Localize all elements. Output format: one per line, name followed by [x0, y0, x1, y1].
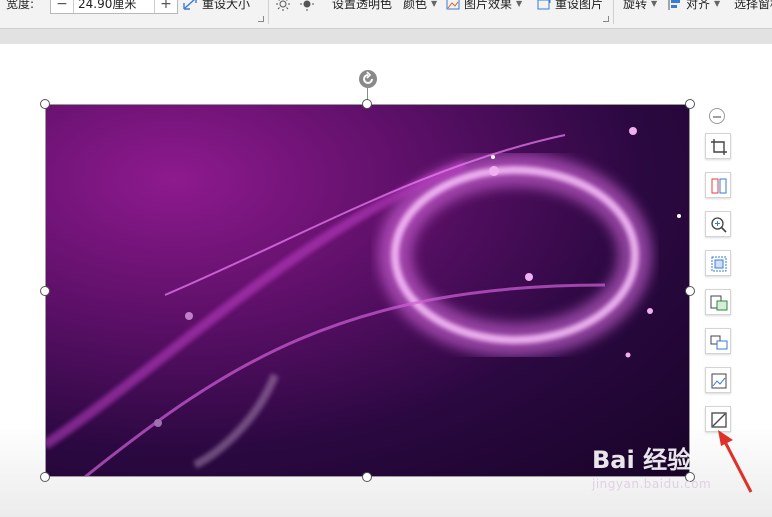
brightness-increase-button[interactable]	[276, 0, 290, 12]
reset-picture-icon	[537, 0, 551, 10]
rotate-dropdown[interactable]: 旋转 ▼	[623, 0, 657, 12]
sun-dim-icon	[300, 0, 314, 11]
resize-handle-bottom[interactable]	[362, 472, 372, 482]
minus-icon	[713, 116, 721, 118]
width-value[interactable]: 24.90厘米	[73, 0, 155, 13]
chevron-down-icon: ▼	[431, 0, 438, 8]
change-picture-icon	[711, 373, 727, 389]
ribbon-bottom-strip	[0, 28, 772, 45]
reset-size-icon	[183, 0, 197, 10]
crop-button[interactable]	[705, 133, 731, 159]
convert-picture-button[interactable]	[705, 289, 731, 315]
set-transparent-color-button[interactable]: 设置透明色	[332, 0, 392, 12]
convert-icon	[710, 295, 728, 311]
reset-size-button[interactable]: 重设大小	[182, 0, 250, 12]
chevron-down-icon: ▼	[516, 0, 523, 8]
align-label: 对齐	[686, 0, 711, 11]
reset-picture-label: 重设图片	[555, 0, 604, 11]
reset-size-label: 重设大小	[202, 0, 251, 11]
resize-handle-top[interactable]	[362, 99, 372, 109]
fit-icon	[711, 256, 727, 272]
sun-icon	[276, 0, 290, 11]
align-icon	[668, 0, 680, 10]
picture-border-icon	[711, 412, 727, 428]
align-dropdown[interactable]: 对齐 ▼	[668, 0, 720, 12]
width-label: 宽度:	[6, 0, 35, 11]
picture-effect-dropdown[interactable]: 图片效果 ▼	[446, 0, 522, 12]
selection-pane-button[interactable]: 选择窗格	[734, 0, 772, 12]
rotation-handle[interactable]	[359, 70, 377, 88]
chevron-down-icon: ▼	[714, 0, 721, 8]
picture-effect-icon	[446, 0, 460, 10]
resize-handle-right[interactable]	[685, 286, 695, 296]
resize-handle-top-left[interactable]	[40, 99, 50, 109]
group-launcher-icon[interactable]	[258, 16, 264, 22]
split-picture-button[interactable]	[705, 172, 731, 198]
baidu-jingyan-watermark: Bai 经验 jingyan.baidu.com	[592, 440, 711, 491]
watermark-logo-text: Bai 经验	[592, 446, 692, 474]
resize-handle-top-right[interactable]	[685, 99, 695, 109]
resize-handle-left[interactable]	[40, 286, 50, 296]
reset-picture-button[interactable]: 重设图片	[537, 0, 603, 12]
selected-picture[interactable]	[45, 105, 690, 477]
replace-picture-button[interactable]	[705, 328, 731, 354]
zoom-icon	[711, 217, 727, 233]
zoom-button[interactable]	[705, 211, 731, 237]
abstract-purple-image	[45, 127, 681, 477]
width-field[interactable]: − 24.90厘米 +	[50, 0, 178, 14]
chevron-down-icon: ▼	[651, 0, 658, 8]
ribbon-toolbar: 宽度: − 24.90厘米 + 重设大小 设置透明色 颜色 ▼ 图片效果 ▼ 重设图…	[0, 0, 772, 28]
fit-picture-button[interactable]	[705, 250, 731, 276]
replace-icon	[710, 335, 728, 350]
width-increase-button[interactable]: +	[155, 0, 177, 13]
ribbon-separator	[268, 0, 269, 24]
group-launcher-icon[interactable]	[603, 16, 609, 22]
ribbon-separator	[613, 0, 614, 24]
brightness-decrease-button[interactable]	[300, 0, 314, 12]
annotation-arrow	[718, 430, 753, 493]
picture-effect-label: 图片效果	[464, 0, 513, 11]
resize-handle-bottom-left[interactable]	[40, 472, 50, 482]
watermark-url: jingyan.baidu.com	[592, 477, 712, 491]
change-picture-button[interactable]	[705, 367, 731, 393]
color-label: 颜色	[403, 0, 428, 11]
crop-icon	[711, 139, 727, 155]
split-icon	[711, 178, 727, 194]
rotate-icon	[363, 71, 373, 84]
collapse-toolbar-button[interactable]	[709, 108, 725, 124]
rotate-label: 旋转	[623, 0, 648, 11]
color-dropdown[interactable]: 颜色 ▼	[403, 0, 437, 12]
width-decrease-button[interactable]: −	[51, 0, 73, 13]
